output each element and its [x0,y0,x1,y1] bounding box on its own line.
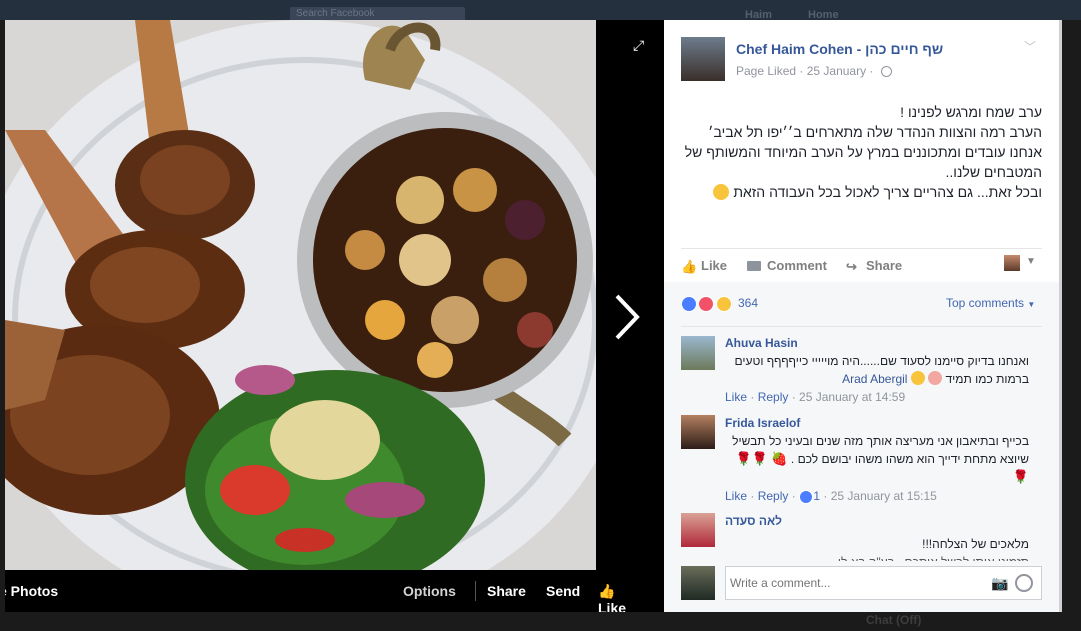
comment-text: מלאכים של הצלחה!!! [922,537,1029,551]
emoji-picker-icon[interactable] [1015,574,1033,592]
send-button[interactable]: Send [546,583,580,599]
page-name-link[interactable]: Chef Haim Cohen - שף חיים כהן [736,41,943,57]
rose-emoji-icon: 🌹 [751,451,769,466]
rose-emoji-icon: 🌹 [1012,469,1029,484]
photo-share-button[interactable]: Share [487,583,526,599]
panel-scrollbar[interactable] [1059,20,1062,612]
post-line: הערב רמה והצוות הנהדר שלה מתארחים ב׳׳יפו… [708,124,1042,140]
post-line: ערב שמח ומרגש לפנינו ! [900,104,1042,120]
comments-divider [681,326,1042,327]
comment-text-continued: תזמינו אותי לבשל איתכם.. בע"ה בא לי [725,553,1029,561]
post-panel: Chef Haim Cohen - שף חיים כהן Page Liked… [664,20,1060,612]
kiss-emoji-icon [910,371,925,385]
comment-text: בכייף ובתיאבון אני מעריצה אותך מזה שנים … [725,432,1029,486]
wow-reaction-icon [715,295,732,312]
post-date[interactable]: 25 January [807,64,866,78]
comment-meta: Like · Reply · 25 January at 14:59 [725,390,906,404]
share-icon: ↪ [846,259,857,274]
comment-icon [747,261,761,271]
post-divider [681,248,1042,249]
comments-section: 364 Top comments ▼ Ahuva Hasin ואנחנו בד… [664,282,1060,612]
globe-icon [880,66,892,78]
comment-reply-link[interactable]: Reply [758,489,789,503]
top-comments-dropdown[interactable]: Top comments ▼ [946,296,1035,310]
background-header: Search Facebook Haim Home [0,0,1081,21]
photos-link[interactable]: e Photos [5,583,58,599]
photo-action-bar: e Photos Options Share Send 👍 Like [5,570,626,612]
comment-avatar[interactable] [681,513,715,547]
like-label: Like [701,258,728,273]
write-comment-input[interactable] [730,576,970,590]
page-avatar[interactable] [681,37,725,81]
rose-emoji-icon: 🌹 [735,451,752,466]
post-options-chevron-icon[interactable]: ﹀ [1024,38,1036,55]
comment-label: Comment [767,258,827,273]
comment-time[interactable]: 25 January at 15:15 [831,489,937,503]
camera-icon[interactable]: 📷 [991,575,1008,592]
dropdown-arrow-icon: ▼ [1027,300,1036,309]
background-search: Search Facebook [290,7,465,20]
reaction-count[interactable]: 364 [738,296,758,310]
comment-button[interactable]: Comment [747,258,827,273]
comment-author[interactable]: לאה סעדה [725,514,782,528]
heart-eyes-emoji-icon [928,371,943,385]
strawberry-emoji-icon: 🍓 [771,451,788,466]
post-line-last: ובכל זאת... גם צהריים צריך לאכול בכל העב… [681,182,1042,202]
write-comment-box[interactable]: 📷 [725,566,1042,600]
comment-text: ואנחנו בדיוק סיימנו לסעוד שם......היה מו… [725,352,1030,388]
comment-author[interactable]: Frida Israelof [725,416,800,430]
comment-avatar[interactable] [681,415,715,449]
comment-time[interactable]: 25 January at 14:59 [799,390,905,404]
reaction-icons[interactable] [681,295,732,313]
love-reaction-icon [698,295,715,312]
post-line-text: ובכל זאת... גם צהריים צריך לאכול בכל העב… [733,184,1042,200]
background-search-placeholder: Search Facebook [296,8,375,19]
comment-author[interactable]: Ahuva Hasin [725,336,798,350]
like-button[interactable]: 👍 Like [681,258,728,274]
photo-bar-divider [475,581,476,601]
top-comments-label: Top comments [946,296,1025,310]
comment-like-link[interactable]: Like [725,390,747,404]
smile-emoji-icon [713,184,730,200]
post-meta: Page Liked · 25 January · [736,64,892,78]
post-text: ערב שמח ומרגש לפנינו ! הערב רמה והצוות ה… [681,102,1042,202]
my-avatar [681,566,715,600]
comment-meta: Like · Reply · 1 · 25 January at 15:15 [725,489,937,504]
identity-dropdown-icon[interactable]: ▼ [1026,256,1036,267]
identity-avatar[interactable] [1004,255,1020,271]
post-line: אנחנו עובדים ומתכוננים במרץ על הערב המיו… [684,144,1042,180]
options-button[interactable]: Options [403,583,456,599]
comment-like-link[interactable]: Like [725,489,747,503]
comment-like-count[interactable]: 1 [813,489,820,503]
share-label: Share [866,258,903,273]
like-icon: 👍 [681,259,698,274]
photo-like-button[interactable]: 👍 Like [598,583,626,612]
page-liked-label: Page Liked [736,64,797,78]
food-photo[interactable] [5,20,596,570]
like-count-icon [799,489,814,504]
tagged-user-link[interactable]: Arad Abergil [842,372,907,386]
background-chat-status: Chat (Off) [866,613,922,627]
next-photo-arrow-icon[interactable] [611,292,641,342]
photo-like-label: Like [598,600,627,612]
like-reaction-icon [681,295,697,312]
thumbs-up-icon: 👍 [598,583,616,599]
share-button[interactable]: ↪ Share [846,258,903,274]
fullscreen-icon[interactable]: ⤢ [633,37,644,54]
comment-reply-link[interactable]: Reply [758,390,789,404]
photo-stage: ⤢ e Photos Options Share Send 👍 Like [5,20,664,612]
comment-avatar[interactable] [681,336,715,370]
